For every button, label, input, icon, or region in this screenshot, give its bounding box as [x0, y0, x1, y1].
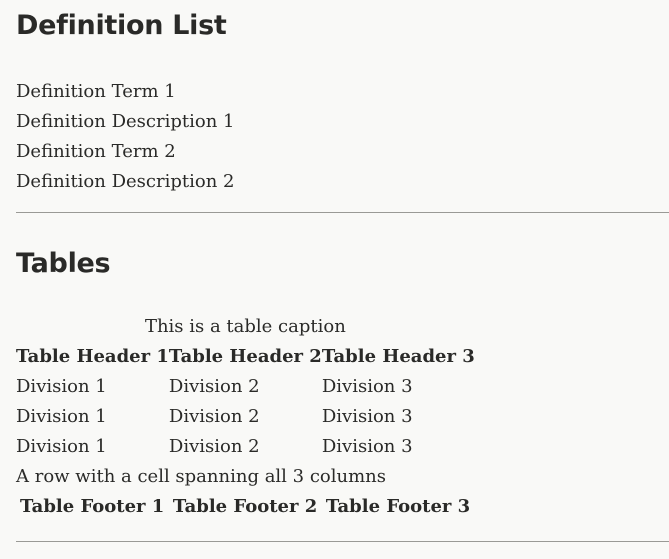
table-header-cell: Table Header 2 [168, 346, 322, 367]
table-cell: Division 2 [168, 436, 260, 457]
definition-list: Definition Term 1 Definition Description… [16, 77, 234, 197]
definition-description: Definition Description 2 [16, 171, 235, 192]
table-cell: Division 1 [16, 406, 107, 427]
table-header-cell: Table Header 3 [321, 346, 475, 367]
table-cell: Division 1 [16, 376, 107, 397]
definition-list-heading: Definition List [16, 10, 227, 41]
table-footer-cell: Table Footer 1 [20, 496, 165, 517]
table-cell: Division 2 [168, 406, 260, 427]
table-cell: Division 1 [16, 436, 107, 457]
table-row: Division 1 Division 2 Division 3 [16, 372, 475, 402]
definition-description: Definition Description 1 [16, 111, 235, 132]
definition-term: Definition Term 1 [16, 81, 176, 102]
tables-heading: Tables [16, 248, 111, 279]
table-footer-row: Table Footer 1 Table Footer 2 Table Foot… [16, 492, 475, 522]
table-footer-cell: Table Footer 3 [325, 496, 471, 517]
table-row: Division 1 Division 2 Division 3 [16, 432, 475, 462]
table-cell: Division 3 [321, 406, 413, 427]
table-header-row: Table Header 1 Table Header 2 Table Head… [16, 342, 475, 372]
table-header-cell: Table Header 1 [16, 346, 169, 367]
section-divider [16, 212, 669, 213]
table-cell: Division 3 [321, 436, 413, 457]
spanning-cell: A row with a cell spanning all 3 columns [16, 466, 387, 487]
table-row: Division 1 Division 2 Division 3 [16, 402, 475, 432]
table-footer-cell: Table Footer 2 [172, 496, 318, 517]
table-spanning-row: A row with a cell spanning all 3 columns [16, 462, 475, 492]
definition-term: Definition Term 2 [16, 141, 176, 162]
table-caption: This is a table caption [144, 316, 346, 337]
example-table: This is a table caption Table Header 1 T… [16, 312, 475, 522]
section-divider [16, 541, 669, 542]
table-cell: Division 2 [168, 376, 260, 397]
table-cell: Division 3 [321, 376, 413, 397]
